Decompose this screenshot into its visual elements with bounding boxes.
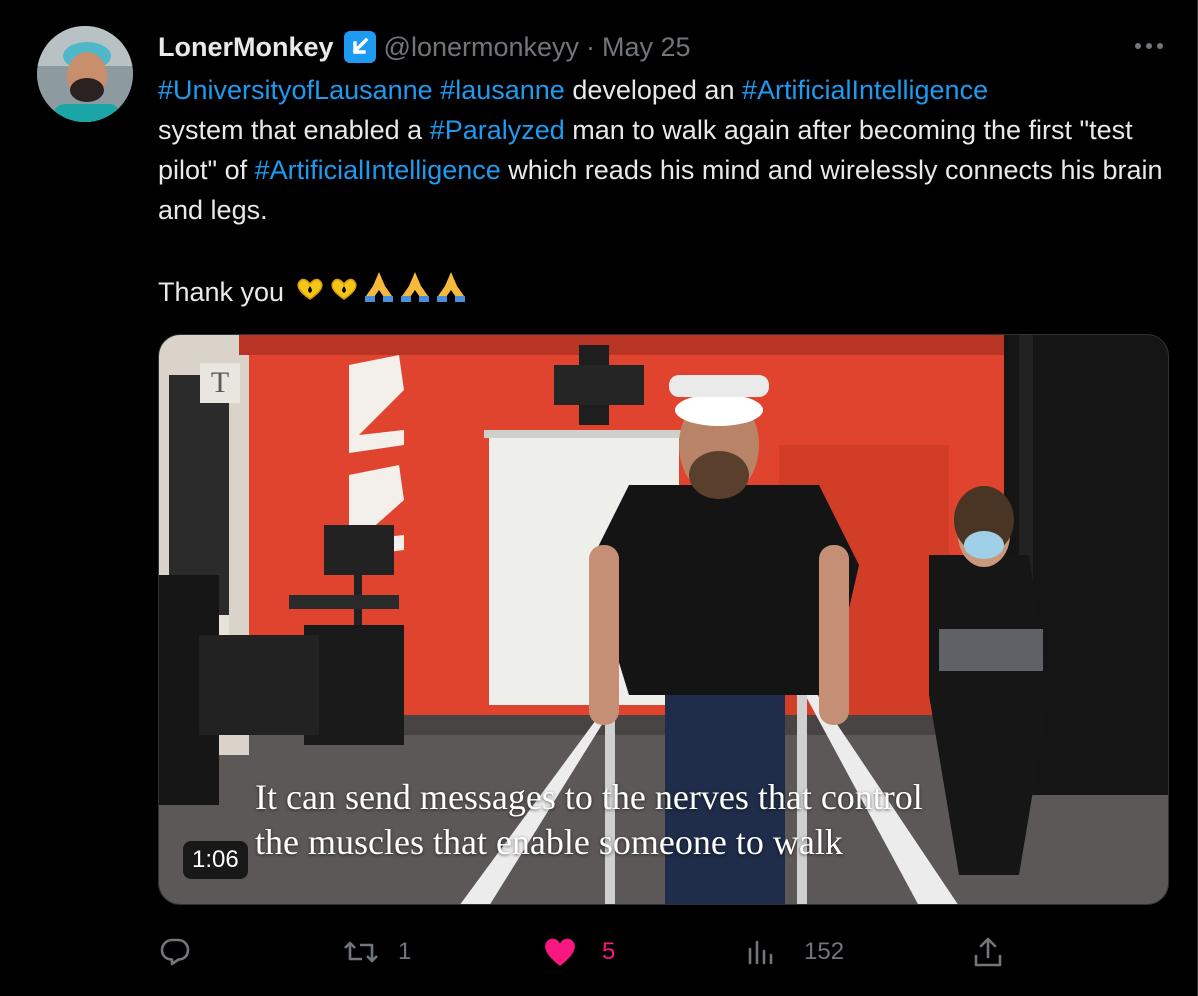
more-horizontal-icon[interactable] <box>1129 32 1169 60</box>
avatar-image <box>37 26 133 122</box>
tweet-text-segment: system that enabled a <box>158 115 430 145</box>
reply-icon <box>158 935 192 969</box>
user-handle[interactable]: @lonermonkeyy <box>384 32 580 63</box>
video-duration: 1:06 <box>183 841 248 879</box>
affiliate-arrow-badge-icon[interactable] <box>343 31 376 63</box>
avatar[interactable] <box>37 26 133 122</box>
header-separator: · <box>586 31 596 62</box>
folded-hands-icon <box>434 270 468 313</box>
retweet-icon <box>342 935 380 969</box>
caption-line: It can send messages to the nerves that … <box>255 777 923 817</box>
video-caption: It can send messages to the nerves that … <box>255 775 1055 865</box>
hashtag-artificial-intelligence[interactable]: #ArtificialIntelligence <box>255 155 501 185</box>
tweet-card[interactable]: LonerMonkey @lonermonkeyy · May 25 #Univ… <box>0 0 1198 996</box>
hashtag-university-of-lausanne[interactable]: #UniversityofLausanne <box>158 75 433 105</box>
retweet-button[interactable]: 1 <box>342 926 411 978</box>
display-name[interactable]: LonerMonkey <box>158 32 334 63</box>
tweet-actions: 1 5 152 <box>158 926 1008 978</box>
tweet-text: #UniversityofLausanne #lausanne develope… <box>158 70 1168 313</box>
retweet-count: 1 <box>398 938 412 965</box>
video-player[interactable]: T It can send messages to the nerves tha… <box>158 334 1169 905</box>
analytics-icon <box>746 937 776 967</box>
share-button[interactable] <box>972 926 1004 978</box>
tweet-header: LonerMonkey @lonermonkeyy · May 25 <box>158 28 691 66</box>
tweet-text-segment: developed an <box>564 75 742 105</box>
hashtag-paralyzed[interactable]: #Paralyzed <box>430 115 565 145</box>
caption-line: the muscles that enable someone to walk <box>255 822 843 862</box>
like-button[interactable]: 5 <box>542 926 615 978</box>
views-count: 152 <box>804 938 845 965</box>
heart-hands-icon <box>328 272 360 312</box>
hashtag-lausanne[interactable]: #lausanne <box>440 75 565 105</box>
share-icon <box>972 935 1004 969</box>
reply-button[interactable] <box>158 926 210 978</box>
heart-hands-icon <box>294 272 326 312</box>
channel-logo: T <box>200 363 240 403</box>
views-button[interactable]: 152 <box>746 926 844 978</box>
folded-hands-icon <box>398 270 432 313</box>
hashtag-artificial-intelligence[interactable]: #ArtificialIntelligence <box>742 75 988 105</box>
folded-hands-icon <box>362 270 396 313</box>
heart-filled-icon <box>542 935 578 969</box>
tweet-paragraph: #UniversityofLausanne #lausanne develope… <box>158 70 1168 230</box>
thanks-line: Thank you <box>158 270 1168 313</box>
like-count: 5 <box>602 938 616 965</box>
thanks-text: Thank you <box>158 276 292 307</box>
tweet-date[interactable]: May 25 <box>602 32 691 63</box>
